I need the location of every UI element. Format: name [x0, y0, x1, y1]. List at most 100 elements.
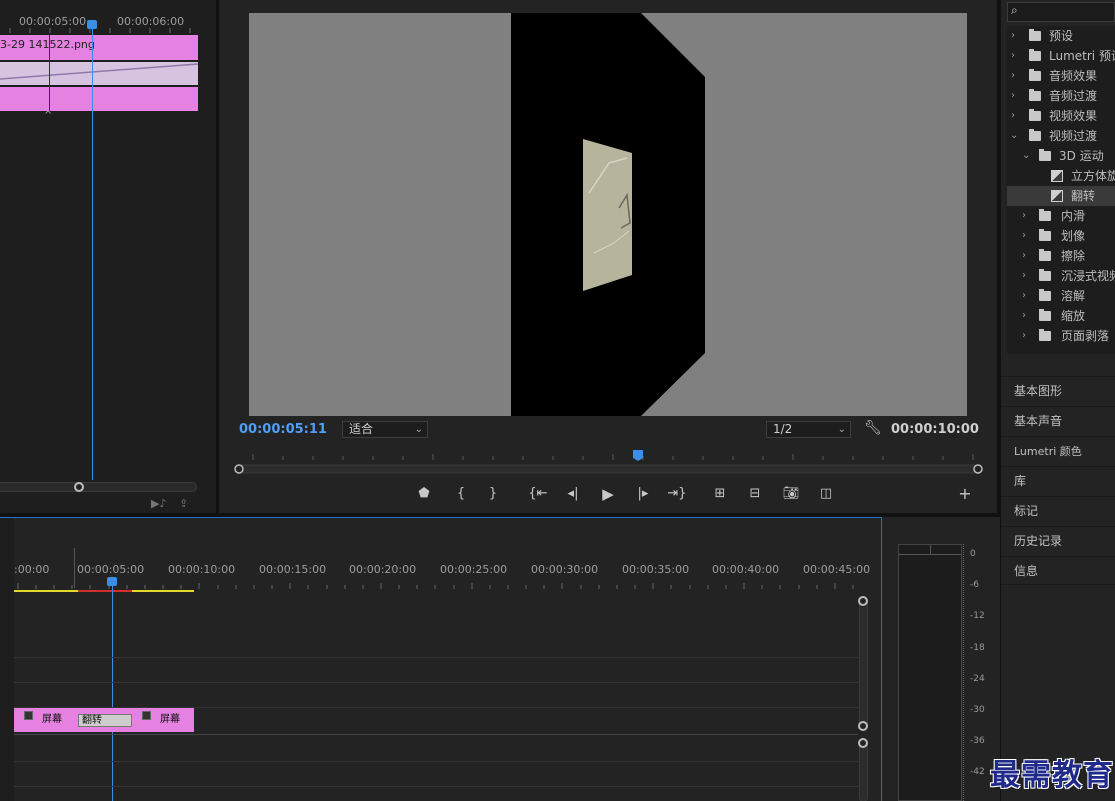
tab-history[interactable]: 历史记录 — [1001, 526, 1115, 555]
export-frame-icon[interactable]: 📷︎ — [781, 484, 801, 504]
chevron-down-icon: ⌄ — [1010, 130, 1019, 141]
tree-item-label: 视频过渡 — [1049, 129, 1098, 143]
tree-item-slide[interactable]: › 内滑 — [1007, 206, 1115, 226]
out-point-icon[interactable]: } — [483, 484, 503, 504]
audio-only-icon[interactable]: ▶♪ — [151, 497, 166, 510]
chevron-down-icon: ⌄ — [837, 424, 846, 435]
tree-item-zoom[interactable]: › 缩放 — [1007, 306, 1115, 326]
search-icon: ⌕ — [1011, 3, 1018, 17]
tab-libraries[interactable]: 库 — [1001, 466, 1115, 495]
playhead-line — [92, 26, 93, 480]
track-divider — [14, 786, 858, 787]
in-point-icon[interactable]: { — [451, 484, 471, 504]
effects-search-input[interactable]: ⌕ — [1007, 2, 1115, 22]
clip-a-label: 屏幕 — [42, 714, 62, 725]
tab-markers[interactable]: 标记 — [1001, 496, 1115, 525]
step-forward-icon[interactable]: |▸ — [633, 484, 653, 504]
duration-timecode: 00:00:10:00 — [891, 422, 979, 437]
transition-effect-icon — [1051, 170, 1063, 182]
folder-icon — [1039, 209, 1051, 221]
effects-tree: › 预设 › Lumetri 预设 › 音频效果 › 音频过渡 › 视频效果 ⌄… — [1007, 26, 1115, 354]
tree-item-dissolve[interactable]: › 溶解 — [1007, 286, 1115, 306]
tab-essential-sound[interactable]: 基本声音 — [1001, 406, 1115, 435]
db-label: -42 — [970, 767, 985, 777]
marker-icon[interactable]: ⬟ — [414, 484, 434, 504]
tree-item-immersive-video[interactable]: › 沉浸式视频 — [1007, 266, 1115, 286]
tree-item-page-peel[interactable]: › 页面剥落 — [1007, 326, 1115, 346]
tree-item-video-transitions[interactable]: ⌄ 视频过渡 — [1007, 126, 1115, 146]
tree-item-label: 页面剥落 — [1061, 329, 1110, 343]
transition-label: 翻转 — [82, 715, 102, 726]
tree-item-lumetri-presets[interactable]: › Lumetri 预设 — [1007, 46, 1115, 66]
step-back-icon[interactable]: ◂| — [563, 484, 583, 504]
chevron-up-icon[interactable]: ^ — [44, 110, 52, 121]
folder-icon — [1039, 289, 1051, 301]
fit-select[interactable]: 适合 ⌄ — [342, 421, 428, 438]
export-icon[interactable]: ⇪ — [179, 497, 188, 510]
folder-star-icon — [1029, 29, 1041, 41]
tree-item-audio-transitions[interactable]: › 音频过渡 — [1007, 86, 1115, 106]
tree-item-3d-motion[interactable]: ⌄ 3D 运动 — [1007, 146, 1115, 166]
effect-keyframe-lane[interactable] — [0, 62, 198, 85]
timeline-audio-scrollbar[interactable] — [859, 740, 868, 801]
folder-icon — [1029, 129, 1041, 141]
timeline-ruler-ticks[interactable] — [14, 581, 860, 595]
fit-select-value: 适合 — [349, 422, 374, 436]
timeline-ruler-label: 00:00:45:00 — [803, 563, 871, 576]
lift-icon[interactable]: ⊞ — [710, 484, 730, 504]
tree-item-flip-selected[interactable]: 翻转 — [1007, 186, 1115, 206]
timeline-ruler-label: 00:00:30:00 — [531, 563, 599, 576]
folder-star-icon — [1029, 49, 1041, 61]
effect-controls-scrollbar[interactable] — [0, 482, 197, 492]
tree-item-label: 内滑 — [1061, 209, 1086, 223]
tree-item-wipe[interactable]: › 擦除 — [1007, 246, 1115, 266]
go-to-out-icon[interactable]: ⇥} — [667, 484, 687, 504]
extract-icon[interactable]: ⊟ — [745, 484, 765, 504]
scrollbar-knob[interactable] — [858, 738, 868, 748]
folder-icon — [1039, 269, 1051, 281]
chevron-right-icon: › — [1022, 270, 1026, 281]
scrollbar-knob[interactable] — [74, 482, 84, 492]
folder-icon — [1039, 229, 1051, 241]
resolution-select[interactable]: 1/2 ⌄ — [766, 421, 851, 438]
clip-fx-icon — [24, 711, 33, 720]
playhead-handle[interactable] — [87, 20, 97, 29]
timeline-playhead-handle[interactable] — [107, 577, 117, 586]
tab-essential-graphics[interactable]: 基本图形 — [1001, 376, 1115, 405]
tree-item-audio-effects[interactable]: › 音频效果 — [1007, 66, 1115, 86]
tab-lumetri-color[interactable]: Lumetri 颜色 — [1001, 436, 1115, 465]
effect-clip-bar[interactable]: 3-29 141522.png — [0, 35, 198, 60]
tree-item-presets[interactable]: › 预设 — [1007, 26, 1115, 46]
tree-item-cube-spin[interactable]: 立方体旋转 — [1007, 166, 1115, 186]
chevron-right-icon: › — [1011, 30, 1015, 41]
ruler-label: 00:00:05:00 — [19, 15, 87, 28]
tree-item-label: Lumetri 预设 — [1049, 49, 1115, 63]
compare-icon[interactable]: ◫ — [816, 484, 836, 504]
transition-flip[interactable]: 翻转 — [78, 714, 132, 727]
flip-transition-frame — [511, 13, 705, 416]
go-to-in-icon[interactable]: {⇤ — [528, 484, 548, 504]
effect-clip-bar-lower[interactable] — [0, 87, 198, 111]
wrench-icon[interactable]: 🔧︎ — [864, 420, 882, 436]
program-scrub-bar[interactable] — [233, 448, 985, 476]
folder-icon — [1039, 309, 1051, 321]
tab-info[interactable]: 信息 — [1001, 556, 1115, 585]
chevron-right-icon: › — [1022, 290, 1026, 301]
tree-item-iris[interactable]: › 划像 — [1007, 226, 1115, 246]
timeline-ruler-label: 00:00:25:00 — [440, 563, 508, 576]
scrollbar-knob[interactable] — [858, 721, 868, 731]
play-icon[interactable]: ▶ — [598, 484, 618, 504]
track-header-strip[interactable] — [0, 518, 14, 801]
effect-controls-ruler[interactable]: 00:00:05:00 00:00:06:00 — [0, 0, 216, 33]
tree-item-video-effects[interactable]: › 视频效果 — [1007, 106, 1115, 126]
chevron-right-icon: › — [1022, 330, 1026, 341]
chevron-right-icon: › — [1022, 230, 1026, 241]
tree-item-label: 溶解 — [1061, 289, 1086, 303]
timeline-panel: :00:00 00:00:05:00 00:00:10:00 00:00:15:… — [0, 517, 882, 801]
scrollbar-knob[interactable] — [858, 596, 868, 606]
chevron-right-icon: › — [1022, 250, 1026, 261]
video-preview[interactable] — [249, 13, 967, 416]
current-timecode[interactable]: 00:00:05:11 — [239, 422, 327, 437]
add-icon[interactable]: + — [955, 484, 975, 504]
timeline-video-scrollbar[interactable] — [859, 597, 868, 729]
